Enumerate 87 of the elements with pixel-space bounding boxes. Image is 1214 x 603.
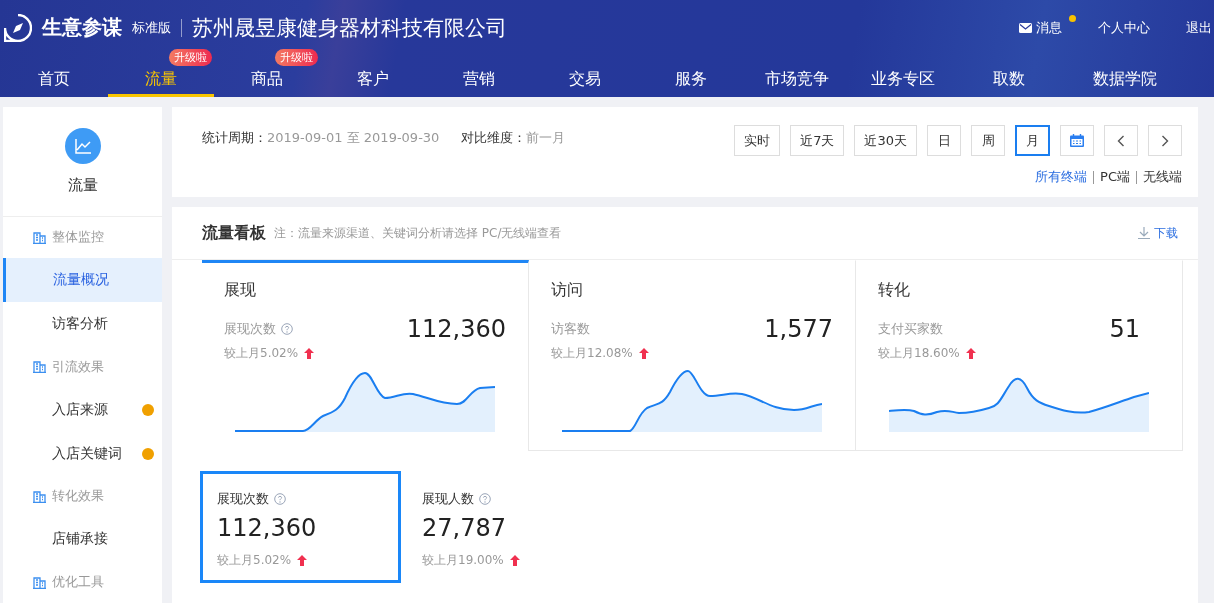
sub-metric-value: 27,787 — [422, 514, 507, 542]
nav-tab[interactable]: 客户 — [320, 68, 426, 97]
metric-value: 1,577 — [764, 315, 833, 343]
change-text: 较上月19.00% — [422, 552, 504, 569]
sidebar-item[interactable]: 入店来源 — [3, 387, 162, 432]
up-arrow-icon — [509, 555, 520, 566]
edition-label: 标准版 — [132, 18, 182, 37]
chevron-right-icon — [1161, 134, 1169, 147]
sidebar-item[interactable]: 访客分析 — [3, 302, 162, 347]
sidebar-item[interactable]: 入店关键词 — [3, 431, 162, 476]
sidebar-item[interactable]: 流量概况 — [3, 258, 162, 303]
group-label: 引流效果 — [52, 357, 104, 376]
compass-logo-icon — [4, 13, 32, 42]
building-icon — [33, 575, 46, 589]
mail-icon — [1019, 22, 1032, 33]
sub-metric-card[interactable]: 展现人数 27,787 较上月19.00% — [405, 471, 606, 583]
metric-card[interactable]: 访问 访客数 1,577 较上月12.08% — [529, 260, 856, 451]
range-button[interactable]: 日 — [927, 125, 961, 156]
metric-card[interactable]: 展现 展现次数 112,360 较上月5.02% — [202, 260, 529, 451]
up-arrow-icon — [965, 348, 976, 359]
card-title: 展现 — [224, 280, 257, 301]
range-button[interactable]: 实时 — [734, 125, 781, 156]
board-note: 注：流量来源渠道、关键词分析请选择 PC/无线端查看 — [274, 224, 562, 242]
change-text: 较上月18.60% — [878, 345, 960, 362]
next-button[interactable] — [1148, 125, 1182, 156]
terminal-link[interactable]: 所有终端 — [1035, 168, 1088, 186]
terminal-link[interactable]: 无线端 — [1143, 168, 1182, 186]
group-label: 整体监控 — [52, 228, 104, 247]
building-icon — [33, 230, 46, 244]
prev-button[interactable] — [1104, 125, 1138, 156]
sub-metric-label: 展现人数 — [422, 490, 474, 508]
app-name: 生意参谋 — [42, 14, 122, 41]
sub-metric-card[interactable]: 展现次数 112,360 较上月5.02% — [200, 471, 401, 583]
up-arrow-icon — [304, 348, 315, 359]
metric-value: 51 — [1109, 315, 1141, 343]
up-arrow-icon — [638, 348, 649, 359]
change-text: 较上月5.02% — [224, 345, 299, 362]
nav-tab[interactable]: 数据学院 — [1062, 68, 1188, 97]
terminal-link[interactable]: PC端 — [1100, 168, 1130, 186]
group-label: 优化工具 — [52, 573, 104, 592]
range-button[interactable]: 近7天 — [790, 125, 845, 156]
line-chart-icon — [64, 127, 101, 164]
nav-tab[interactable]: 取数 — [956, 68, 1062, 97]
card-title: 转化 — [878, 280, 911, 301]
header-link[interactable]: 退出 — [1186, 18, 1212, 37]
metric-label: 支付买家数 — [878, 320, 943, 338]
building-icon — [33, 489, 46, 503]
download-icon — [1138, 227, 1150, 239]
board-title: 流量看板 — [202, 222, 266, 244]
nav-tab[interactable]: 营销 — [426, 68, 532, 97]
group-label: 转化效果 — [52, 487, 104, 506]
chevron-left-icon — [1117, 134, 1125, 147]
sub-metric-label: 展现次数 — [217, 490, 269, 508]
metric-card[interactable]: 转化 支付买家数 51 较上月18.60% — [856, 260, 1183, 451]
range-button[interactable]: 周 — [971, 125, 1005, 156]
company-name: 苏州晟昱康健身器材科技有限公司 — [192, 14, 507, 42]
metric-label: 展现次数 — [224, 320, 276, 338]
help-icon[interactable] — [281, 323, 293, 335]
period-text: 统计周期：2019-09-01 至 2019-09-30 — [202, 129, 440, 147]
nav-tab[interactable]: 流量 — [108, 68, 214, 97]
upgrade-badge: 升级啦 — [169, 49, 212, 66]
nav-tab[interactable]: 首页 — [0, 68, 108, 97]
calendar-icon — [1070, 134, 1084, 147]
card-title: 访问 — [551, 280, 584, 301]
header-link[interactable]: 个人中心 — [1098, 18, 1150, 37]
nav-tab[interactable]: 服务 — [638, 68, 744, 97]
nav-tab[interactable]: 业务专区 — [850, 68, 956, 97]
download-link[interactable]: 下载 — [1138, 224, 1178, 242]
metric-value: 112,360 — [406, 315, 506, 343]
nav-tab[interactable]: 交易 — [532, 68, 638, 97]
help-icon[interactable] — [479, 493, 491, 505]
upgrade-badge: 升级啦 — [275, 49, 318, 66]
sidebar-item[interactable]: 店铺承接 — [3, 517, 162, 562]
range-button[interactable]: 近30天 — [854, 125, 917, 156]
nav-tab[interactable]: 市场竞争 — [744, 68, 850, 97]
calendar-button[interactable] — [1060, 125, 1094, 156]
messages-link[interactable]: 消息 — [1019, 18, 1062, 37]
up-arrow-icon — [297, 555, 308, 566]
change-text: 较上月5.02% — [217, 552, 292, 569]
metric-label: 访客数 — [551, 320, 590, 338]
sub-metric-value: 112,360 — [217, 514, 318, 542]
sidebar-title: 流量 — [67, 175, 98, 195]
building-icon — [33, 360, 46, 374]
change-text: 较上月12.08% — [551, 345, 633, 362]
range-button[interactable]: 月 — [1015, 125, 1050, 156]
nav-tab[interactable]: 商品 — [214, 68, 320, 97]
help-icon[interactable] — [274, 493, 286, 505]
